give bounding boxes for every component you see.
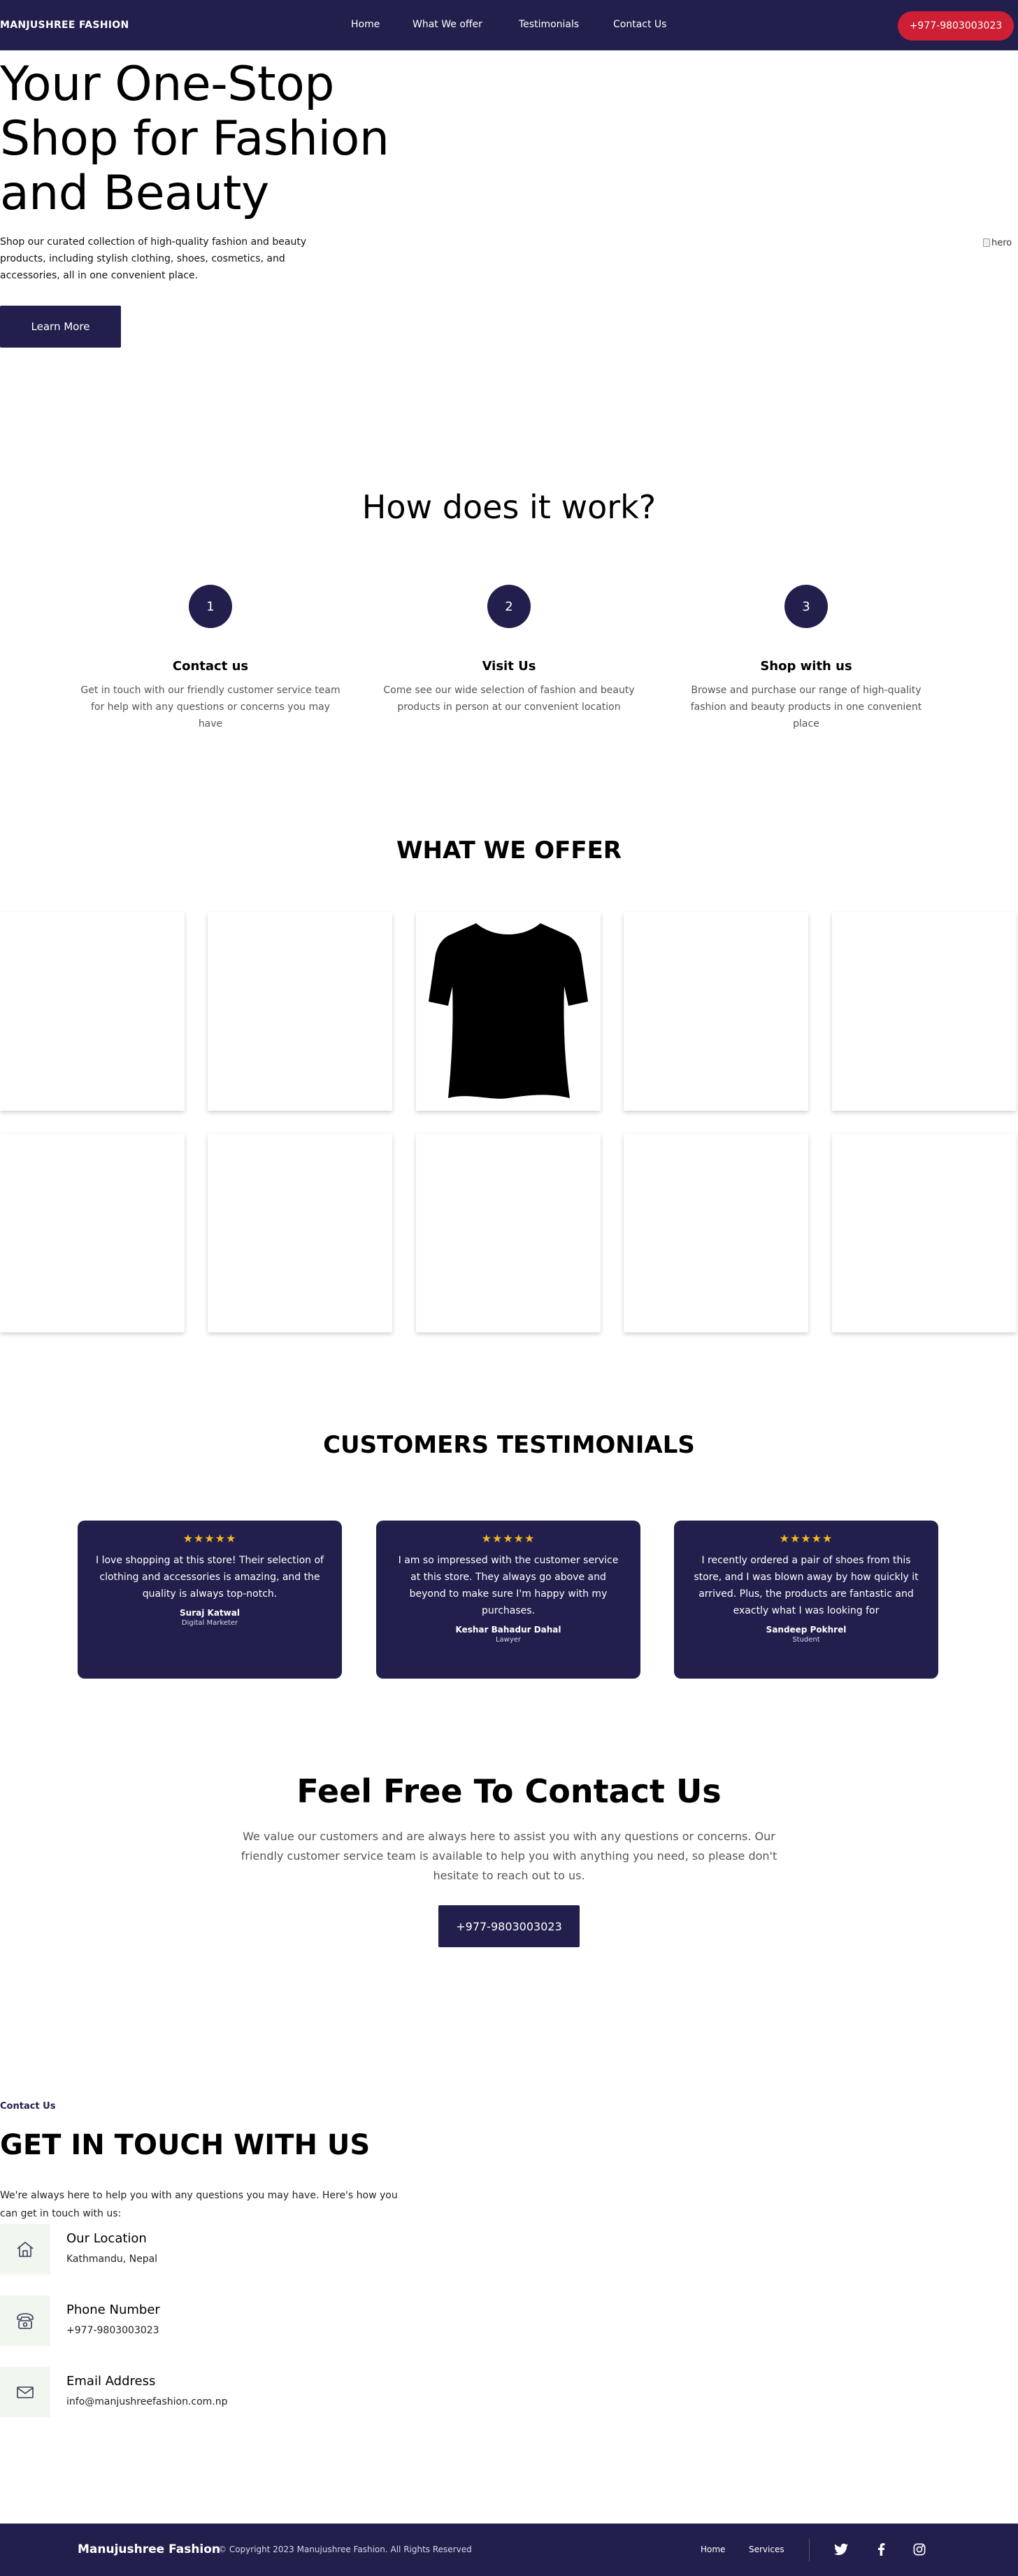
- hero-title: Your One-Stop Shop for Fashion and Beaut…: [0, 57, 389, 221]
- contact-eyebrow: Contact Us: [0, 2101, 56, 2112]
- testimonial-quote: I love shopping at this store! Their sel…: [96, 1555, 324, 1600]
- home-icon: [0, 2224, 50, 2275]
- testimonial-author: Keshar Bahadur Dahal: [455, 1625, 561, 1635]
- what-we-offer-title: WHAT WE OFFER: [396, 837, 622, 864]
- product-card[interactable]: [208, 912, 392, 1111]
- contact-email-title: Email Address: [66, 2374, 156, 2389]
- get-in-touch-title: GET IN TOUCH WITH US: [0, 2129, 371, 2161]
- contact-cta-title: Feel Free To Contact Us: [296, 1772, 722, 1810]
- product-card[interactable]: [832, 912, 1017, 1111]
- nav-link-home[interactable]: Home: [351, 19, 413, 30]
- footer: Manujushree Fashion © Copyright 2023 Man…: [0, 2524, 1018, 2576]
- broken-image-icon: [983, 239, 990, 247]
- step-description: Come see our wide selection of fashion a…: [383, 685, 635, 713]
- step-card: 3 Shop with us Browse and purchase our r…: [673, 585, 939, 732]
- phone-icon: [0, 2296, 50, 2346]
- footer-link-home[interactable]: Home: [701, 2545, 725, 2554]
- testimonial-quote: I recently ordered a pair of shoes from …: [694, 1555, 919, 1616]
- step-card: 1 Contact us Get in touch with our frien…: [78, 585, 343, 732]
- step-title: Contact us: [172, 659, 249, 674]
- testimonial-author: Suraj Katwal: [180, 1608, 240, 1618]
- brand-logo-text[interactable]: MANJUSHREE FASHION: [0, 20, 129, 31]
- step-number: 1: [189, 585, 232, 628]
- contact-location-title: Our Location: [66, 2231, 147, 2246]
- product-card[interactable]: [0, 912, 185, 1111]
- how-it-works-title: How does it work?: [361, 488, 657, 526]
- step-description: Browse and purchase our range of high-qu…: [690, 685, 922, 730]
- get-in-touch-description: We're always here to help you with any q…: [0, 2190, 398, 2219]
- nav-phone-button[interactable]: +977-9803003023: [898, 11, 1014, 41]
- instagram-icon[interactable]: [910, 2540, 929, 2559]
- footer-copyright: © Copyright 2023 Manujushree Fashion. Al…: [218, 2545, 472, 2554]
- footer-divider: [809, 2539, 810, 2561]
- product-card[interactable]: [0, 1134, 185, 1332]
- product-card[interactable]: [624, 1134, 808, 1332]
- step-description: Get in touch with our friendly customer …: [80, 685, 340, 730]
- product-card[interactable]: [624, 912, 808, 1111]
- star-rating: ★★★★★: [779, 1532, 833, 1545]
- mail-icon: [0, 2367, 50, 2417]
- hero-description: Shop our curated collection of high-qual…: [0, 236, 307, 281]
- contact-phone-title: Phone Number: [66, 2303, 160, 2317]
- nav-link-what-we-offer[interactable]: What We offer: [413, 19, 519, 30]
- product-card[interactable]: [208, 1134, 392, 1332]
- page: MANJUSHREE FASHION Home What We offer Te…: [0, 0, 1018, 2576]
- hero-image: hero: [983, 236, 1017, 249]
- facebook-icon[interactable]: [872, 2540, 890, 2559]
- step-card: 2 Visit Us Come see our wide selection o…: [376, 585, 642, 716]
- testimonial-quote: I am so impressed with the customer serv…: [398, 1555, 619, 1616]
- footer-brand[interactable]: Manujushree Fashion: [78, 2542, 220, 2556]
- contact-phone: Phone Number +977-9803003023: [0, 2296, 350, 2346]
- twitter-icon[interactable]: [832, 2540, 850, 2559]
- testimonial-author: Sandeep Pokhrel: [766, 1625, 847, 1635]
- contact-email: Email Address info@manjushreefashion.com…: [0, 2367, 350, 2417]
- footer-link-services[interactable]: Services: [749, 2545, 784, 2554]
- contact-phone-button[interactable]: +977-9803003023: [438, 1905, 580, 1947]
- star-rating: ★★★★★: [182, 1532, 237, 1545]
- testimonial-role: Student: [792, 1636, 820, 1644]
- nav-link-contact-us[interactable]: Contact Us: [613, 19, 666, 30]
- product-card[interactable]: [416, 912, 601, 1111]
- step-number: 2: [487, 585, 531, 628]
- learn-more-button[interactable]: Learn More: [0, 306, 121, 348]
- testimonial-role: Digital Marketer: [181, 1619, 238, 1627]
- contact-cta-text: We value our customers and are always he…: [241, 1830, 777, 1882]
- contact-email-value[interactable]: info@manjushreefashion.com.np: [66, 2396, 228, 2407]
- testimonial-role: Lawyer: [495, 1636, 522, 1644]
- step-title: Visit Us: [482, 659, 536, 674]
- step-title: Shop with us: [760, 659, 852, 674]
- tshirt-image: [429, 923, 588, 1099]
- testimonial-card: ★★★★★ I am so impressed with the custome…: [376, 1521, 640, 1679]
- nav-links: Home What We offer Testimonials Contact …: [351, 19, 666, 30]
- top-navbar: MANJUSHREE FASHION Home What We offer Te…: [0, 0, 1018, 50]
- contact-phone-value[interactable]: +977-9803003023: [66, 2325, 159, 2336]
- testimonial-card: ★★★★★ I recently ordered a pair of shoes…: [674, 1521, 938, 1679]
- star-rating: ★★★★★: [481, 1532, 536, 1545]
- testimonials-title: CUSTOMERS TESTIMONIALS: [323, 1431, 695, 1459]
- nav-link-testimonials[interactable]: Testimonials: [519, 19, 613, 30]
- testimonial-card: ★★★★★ I love shopping at this store! The…: [78, 1521, 342, 1679]
- step-number: 3: [784, 585, 828, 628]
- contact-location-value: Kathmandu, Nepal: [66, 2254, 158, 2265]
- hero-image-alt: hero: [991, 237, 1012, 248]
- contact-location: Our Location Kathmandu, Nepal: [0, 2224, 350, 2275]
- product-card[interactable]: [416, 1134, 601, 1332]
- product-card[interactable]: [832, 1134, 1017, 1332]
